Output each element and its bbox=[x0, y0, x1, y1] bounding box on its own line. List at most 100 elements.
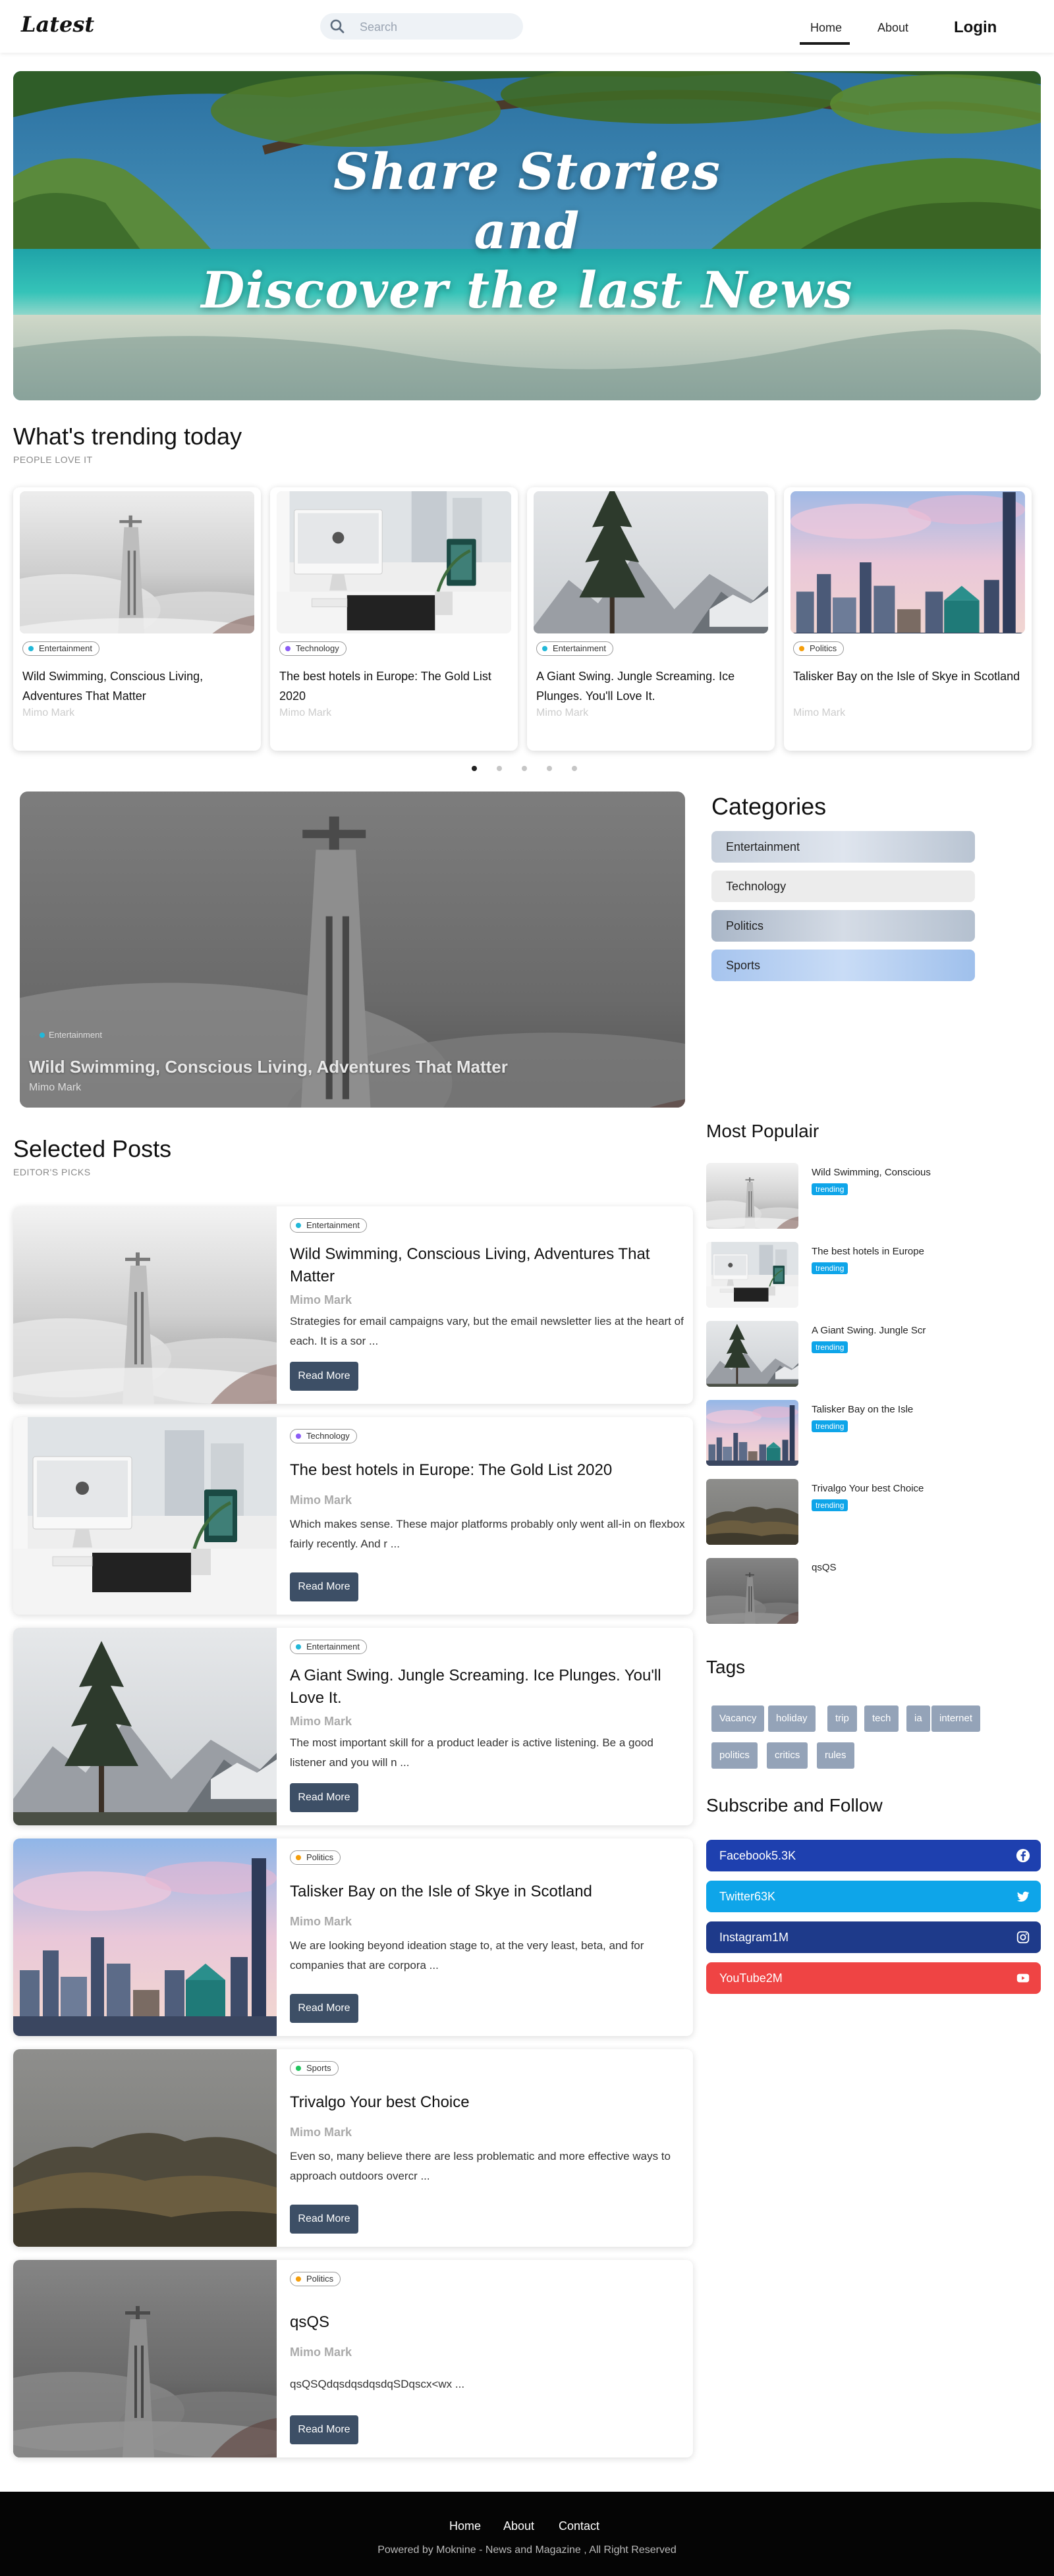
post-author: Mimo Mark bbox=[290, 2126, 352, 2139]
tag-trip[interactable]: trip bbox=[827, 1705, 857, 1732]
category-dot bbox=[285, 646, 291, 651]
trending-card[interactable]: Entertainment Wild Swimming, Conscious L… bbox=[13, 487, 261, 751]
post-title[interactable]: A Giant Swing. Jungle Screaming. Ice Plu… bbox=[290, 1665, 685, 1709]
category-badge[interactable]: Entertainment bbox=[536, 641, 613, 656]
carousel-dot[interactable] bbox=[572, 766, 577, 771]
trending-card-author: Mimo Mark bbox=[279, 707, 332, 718]
category-badge[interactable]: Entertainment bbox=[34, 1029, 109, 1043]
category-badge[interactable]: Entertainment bbox=[290, 1640, 367, 1654]
tag-critics[interactable]: critics bbox=[767, 1742, 808, 1769]
post-title[interactable]: Wild Swimming, Conscious Living, Adventu… bbox=[290, 1243, 685, 1288]
category-item-politics[interactable]: Politics bbox=[711, 910, 975, 942]
popular-item-image[interactable] bbox=[706, 1242, 798, 1308]
tag-rules[interactable]: rules bbox=[817, 1742, 854, 1769]
popular-item-title[interactable]: A Giant Swing. Jungle Scr bbox=[812, 1325, 926, 1336]
read-more-button[interactable]: Read More bbox=[290, 2415, 358, 2444]
tag-internet[interactable]: internet bbox=[931, 1705, 981, 1732]
tag-holiday[interactable]: holiday bbox=[768, 1705, 816, 1732]
post-image bbox=[13, 1206, 277, 1404]
tag-ia[interactable]: ia bbox=[906, 1705, 930, 1732]
carousel-dot[interactable] bbox=[522, 766, 527, 771]
popular-item-title[interactable]: qsQS bbox=[812, 1562, 837, 1573]
trending-card-title[interactable]: A Giant Swing. Jungle Screaming. Ice Plu… bbox=[536, 666, 767, 706]
tag-politics[interactable]: politics bbox=[711, 1742, 758, 1769]
post-excerpt: qsQSQdqsdqsdqsdqSDqscx<wx ... bbox=[290, 2378, 465, 2390]
category-badge[interactable]: Politics bbox=[290, 1850, 341, 1865]
popular-item-image[interactable] bbox=[706, 1321, 798, 1387]
nav-link-home[interactable]: Home bbox=[810, 21, 842, 35]
post-author: Mimo Mark bbox=[290, 1715, 352, 1728]
post-title[interactable]: Talisker Bay on the Isle of Skye in Scot… bbox=[290, 1881, 685, 1903]
trending-card[interactable]: Technology The best hotels in Europe: Th… bbox=[270, 487, 518, 751]
active-link-indicator bbox=[800, 42, 850, 45]
post-card[interactable]: Entertainment A Giant Swing. Jungle Scre… bbox=[13, 1628, 693, 1825]
trending-card-image bbox=[790, 491, 1025, 633]
category-badge[interactable]: Sports bbox=[290, 2061, 339, 2076]
carousel-dot[interactable] bbox=[547, 766, 552, 771]
post-card[interactable]: Politics Talisker Bay on the Isle of Sky… bbox=[13, 1838, 693, 2036]
trending-card-image bbox=[534, 491, 768, 633]
footer-link-contact[interactable]: Contact bbox=[559, 2519, 599, 2533]
category-badge[interactable]: Entertainment bbox=[290, 1218, 367, 1233]
search-input[interactable]: Search bbox=[360, 20, 397, 34]
categories-title: Categories bbox=[711, 793, 827, 820]
carousel-dot[interactable] bbox=[497, 766, 502, 771]
tag-tech[interactable]: tech bbox=[864, 1705, 899, 1732]
footer-link-about[interactable]: About bbox=[503, 2519, 534, 2533]
instagram-button[interactable]: Instagram1M bbox=[706, 1921, 1041, 1953]
read-more-button[interactable]: Read More bbox=[290, 2205, 358, 2234]
popular-item-image[interactable] bbox=[706, 1163, 798, 1229]
category-item-sports[interactable]: Sports bbox=[711, 950, 975, 981]
popular-item-image[interactable] bbox=[706, 1479, 798, 1545]
footer-link-home[interactable]: Home bbox=[449, 2519, 481, 2533]
featured-post-title[interactable]: Wild Swimming, Conscious Living, Adventu… bbox=[29, 1057, 508, 1077]
login-button[interactable]: Login bbox=[954, 18, 997, 37]
carousel-dot[interactable] bbox=[472, 766, 477, 771]
search-box[interactable]: Search bbox=[320, 13, 523, 40]
popular-item-title[interactable]: Trivalgo Your best Choice bbox=[812, 1483, 924, 1494]
read-more-button[interactable]: Read More bbox=[290, 1994, 358, 2023]
post-title[interactable]: qsQS bbox=[290, 2311, 685, 2334]
category-item-entertainment[interactable]: Entertainment bbox=[711, 831, 975, 863]
twitter-icon bbox=[1016, 1891, 1030, 1902]
twitter-button[interactable]: Twitter63K bbox=[706, 1881, 1041, 1912]
post-card[interactable]: Politics qsQS Mimo Mark qsQSQdqsdqsdqsdq… bbox=[13, 2260, 693, 2457]
popular-item-image[interactable] bbox=[706, 1558, 798, 1624]
read-more-button[interactable]: Read More bbox=[290, 1572, 358, 1601]
category-badge[interactable]: Politics bbox=[793, 641, 845, 656]
trending-card-author: Mimo Mark bbox=[536, 707, 589, 718]
nav-link-about[interactable]: About bbox=[877, 21, 908, 35]
tag-vacancy[interactable]: Vacancy bbox=[711, 1705, 765, 1732]
instagram-label: Instagram1M bbox=[719, 1931, 789, 1944]
post-card[interactable]: Sports Trivalgo Your best Choice Mimo Ma… bbox=[13, 2049, 693, 2247]
facebook-button[interactable]: Facebook5.3K bbox=[706, 1840, 1041, 1871]
popular-item-title[interactable]: Talisker Bay on the Isle bbox=[812, 1404, 913, 1415]
search-icon bbox=[330, 19, 345, 34]
category-badge[interactable]: Technology bbox=[279, 641, 347, 656]
featured-post[interactable]: Entertainment Wild Swimming, Conscious L… bbox=[20, 792, 685, 1108]
category-badge[interactable]: Entertainment bbox=[22, 641, 99, 656]
popular-item-title[interactable]: The best hotels in Europe bbox=[812, 1246, 924, 1257]
footer-copyright: Powered by Moknine - News and Magazine ,… bbox=[377, 2544, 677, 2556]
post-excerpt: Strategies for email campaigns vary, but… bbox=[290, 1315, 684, 1347]
trending-card-title[interactable]: Talisker Bay on the Isle of Skye in Scot… bbox=[793, 666, 1024, 686]
post-title[interactable]: Trivalgo Your best Choice bbox=[290, 2091, 685, 2114]
post-card[interactable]: Entertainment Wild Swimming, Conscious L… bbox=[13, 1206, 693, 1404]
trending-card[interactable]: Politics Talisker Bay on the Isle of Sky… bbox=[784, 487, 1032, 751]
popular-item-image[interactable] bbox=[706, 1400, 798, 1466]
popular-item-title[interactable]: Wild Swimming, Conscious bbox=[812, 1167, 931, 1178]
category-item-technology[interactable]: Technology bbox=[711, 871, 975, 902]
site-logo[interactable]: Latest bbox=[21, 12, 94, 37]
read-more-button[interactable]: Read More bbox=[290, 1362, 358, 1391]
category-badge[interactable]: Technology bbox=[290, 1429, 357, 1443]
post-card[interactable]: Technology The best hotels in Europe: Th… bbox=[13, 1417, 693, 1615]
youtube-button[interactable]: YouTube2M bbox=[706, 1962, 1041, 1994]
category-badge[interactable]: Politics bbox=[290, 2272, 341, 2286]
category-dot bbox=[296, 2066, 301, 2071]
trending-card-title[interactable]: Wild Swimming, Conscious Living, Adventu… bbox=[22, 666, 253, 706]
post-title[interactable]: The best hotels in Europe: The Gold List… bbox=[290, 1459, 685, 1482]
read-more-button[interactable]: Read More bbox=[290, 1783, 358, 1812]
category-dot bbox=[296, 1223, 301, 1228]
trending-card-title[interactable]: The best hotels in Europe: The Gold List… bbox=[279, 666, 510, 706]
trending-card[interactable]: Entertainment A Giant Swing. Jungle Scre… bbox=[527, 487, 775, 751]
